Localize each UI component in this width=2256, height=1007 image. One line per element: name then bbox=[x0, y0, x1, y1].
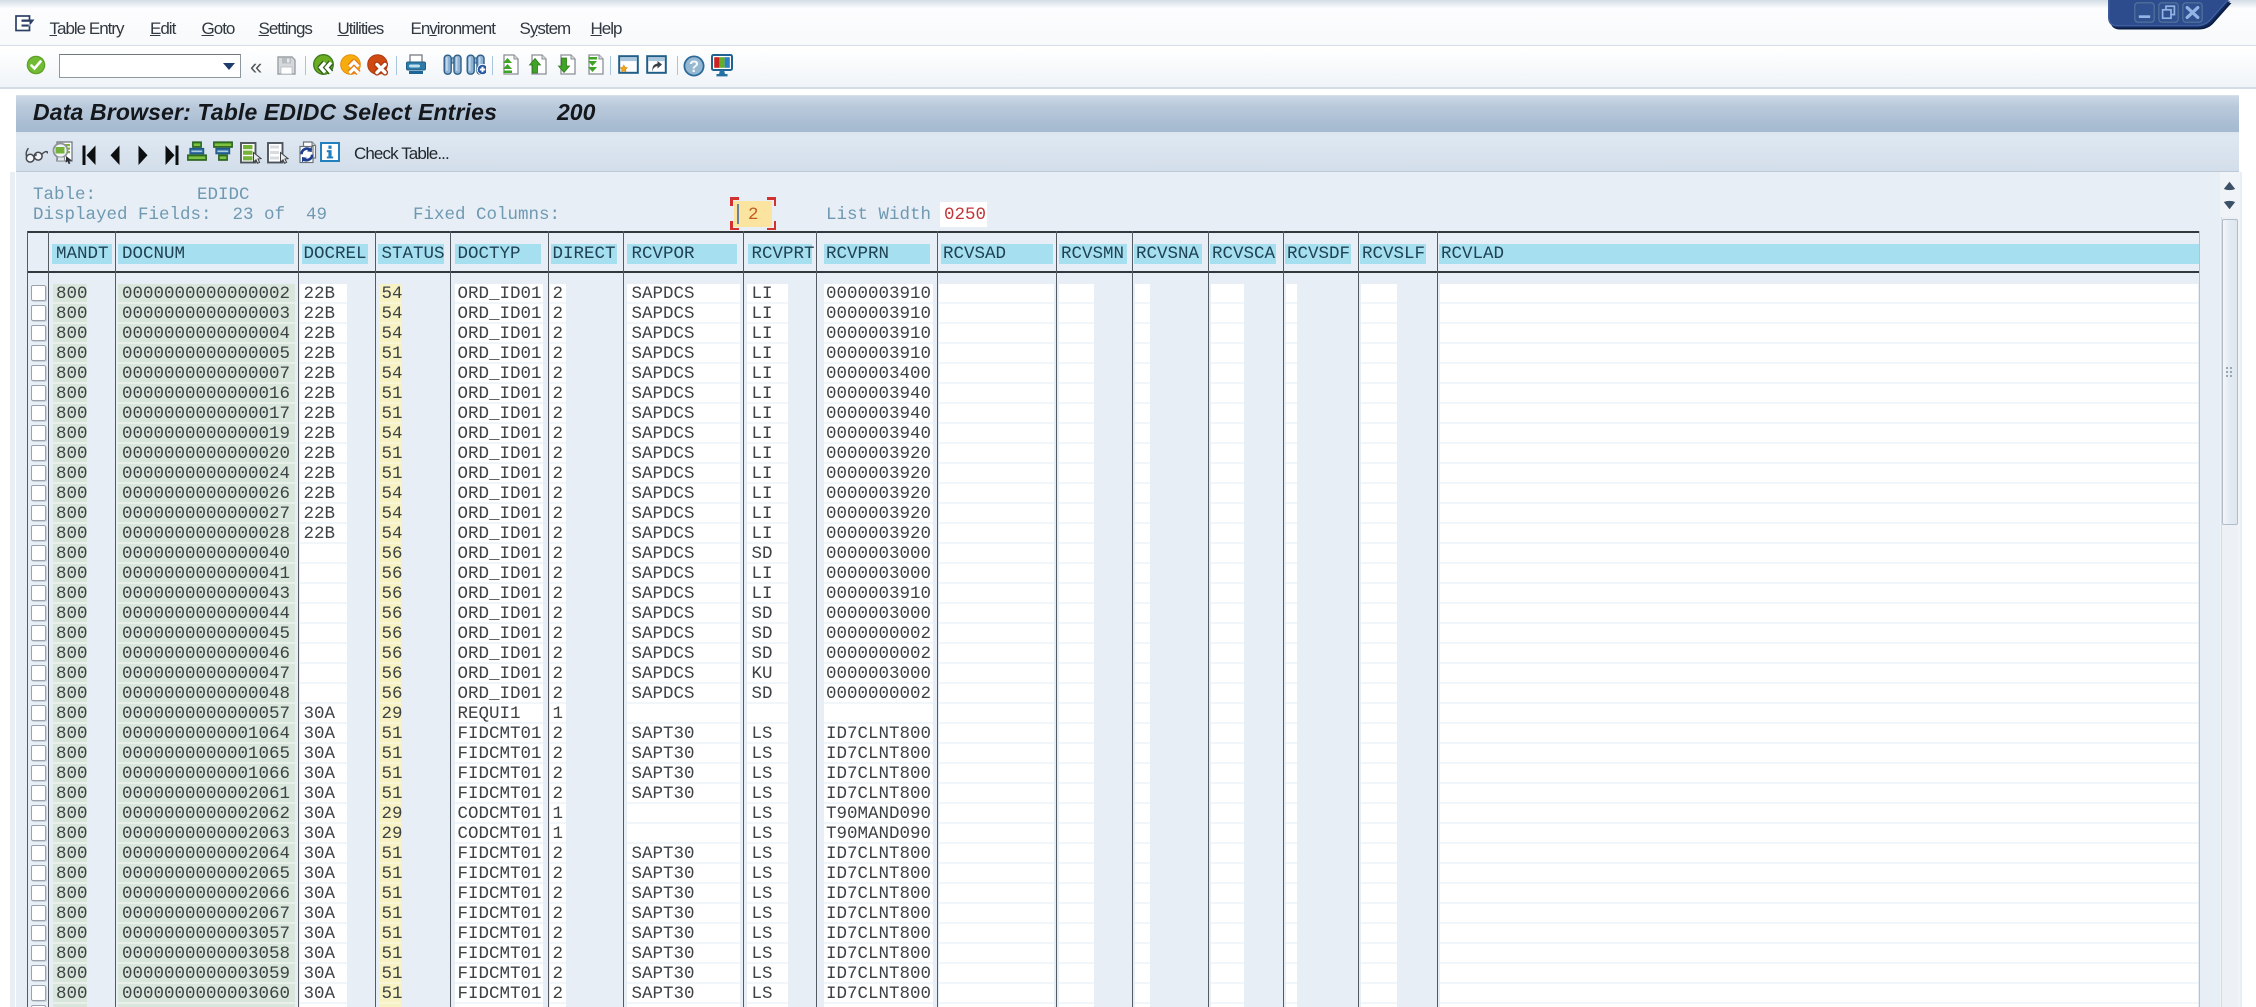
svg-text:?: ? bbox=[689, 58, 699, 76]
